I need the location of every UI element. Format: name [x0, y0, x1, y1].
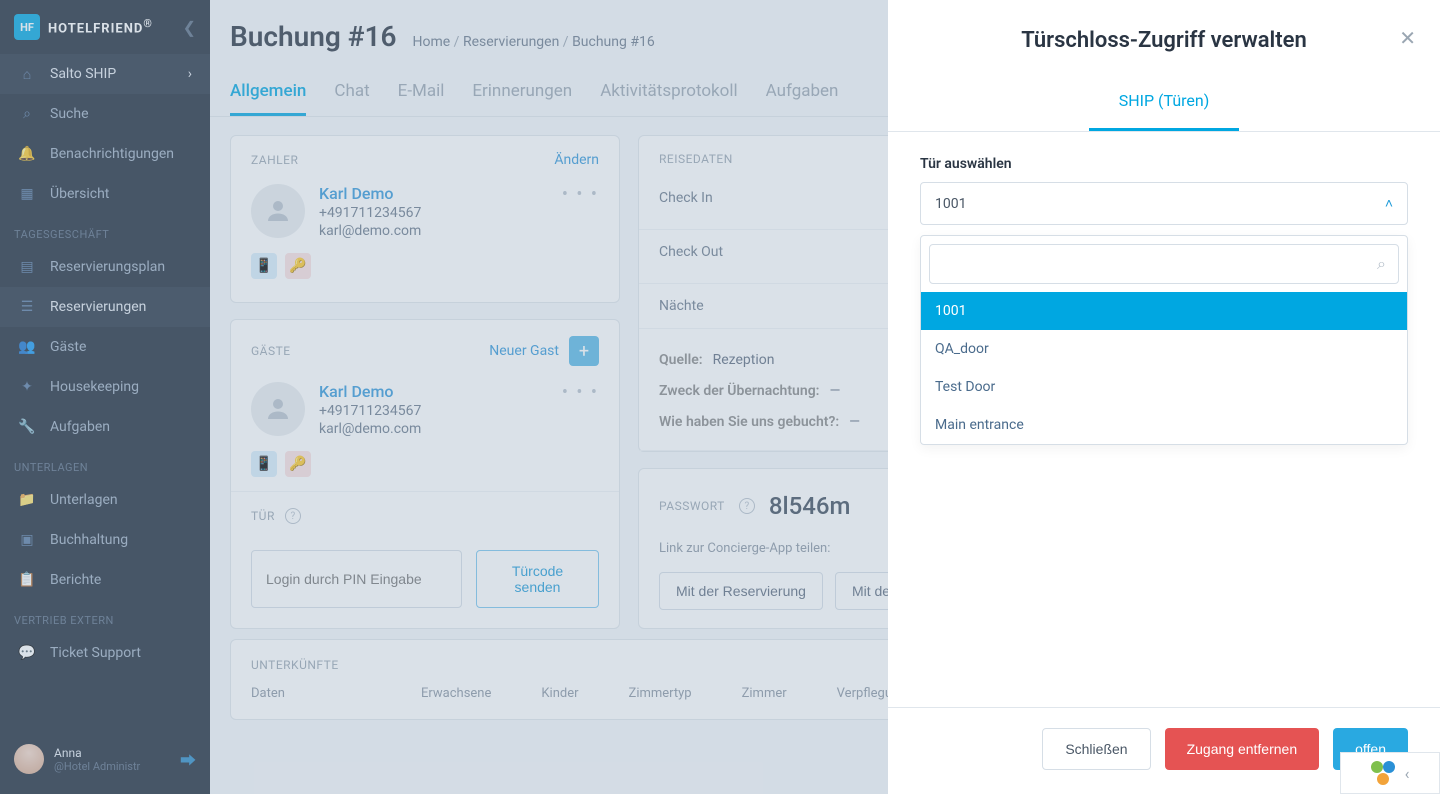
chevron-up-icon: ˄ [1385, 195, 1393, 212]
chevron-left-icon: ‹ [1405, 764, 1410, 783]
door-dropdown: ⌕ 1001 QA_door Test Door Main entrance [920, 235, 1408, 445]
door-access-modal: Türschloss-Zugriff verwalten ✕ SHIP (Tür… [888, 0, 1440, 794]
dropdown-search-input[interactable]: ⌕ [929, 244, 1399, 284]
modal-close-btn[interactable]: Schließen [1042, 728, 1150, 770]
modal-title: Türschloss-Zugriff verwalten [920, 28, 1408, 53]
modal-close-button[interactable]: ✕ [1399, 26, 1416, 51]
yii-logo-icon [1371, 761, 1395, 785]
dropdown-option-test-door[interactable]: Test Door [921, 368, 1407, 406]
modal-remove-access-btn[interactable]: Zugang entfernen [1165, 728, 1320, 770]
door-select-label: Tür auswählen [920, 156, 1408, 172]
search-icon: ⌕ [1377, 254, 1386, 274]
dropdown-option-1001[interactable]: 1001 [921, 292, 1407, 330]
debug-widget[interactable]: ‹ [1340, 752, 1440, 794]
modal-tab-ship[interactable]: SHIP (Türen) [1089, 73, 1240, 131]
door-select[interactable]: 1001 ˄ [920, 182, 1408, 225]
modal-tabs: SHIP (Türen) [888, 73, 1440, 132]
door-select-value: 1001 [935, 196, 966, 212]
dropdown-option-qa-door[interactable]: QA_door [921, 330, 1407, 368]
dropdown-option-main-entrance[interactable]: Main entrance [921, 406, 1407, 444]
